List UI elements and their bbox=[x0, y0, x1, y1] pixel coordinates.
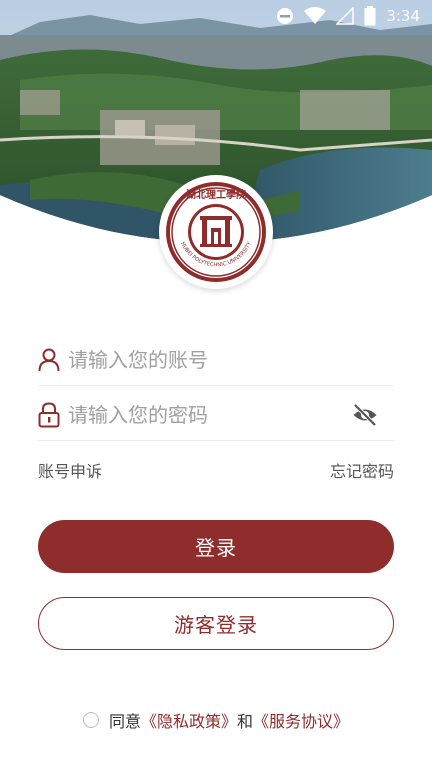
user-icon bbox=[38, 347, 60, 373]
password-input[interactable] bbox=[68, 402, 338, 427]
status-time: 3:34 bbox=[386, 7, 420, 25]
account-field[interactable] bbox=[38, 334, 394, 386]
service-agreement-link[interactable]: 《服务协议》 bbox=[253, 708, 349, 732]
privacy-policy-link[interactable]: 《隐私政策》 bbox=[141, 708, 237, 732]
lock-icon bbox=[38, 401, 60, 428]
login-button[interactable]: 登录 bbox=[38, 520, 394, 573]
signal-icon bbox=[336, 7, 355, 25]
dnd-icon bbox=[276, 7, 294, 25]
logo-text-cn: 湖北理工學院 bbox=[186, 188, 246, 201]
password-field[interactable] bbox=[38, 389, 394, 441]
wifi-icon bbox=[304, 7, 327, 25]
account-appeal-link[interactable]: 账号申诉 bbox=[38, 458, 102, 482]
agreement-and: 和 bbox=[237, 712, 254, 731]
agreement-row: 同意 《隐私政策》 和 《服务协议》 bbox=[0, 708, 432, 732]
account-input[interactable] bbox=[68, 347, 338, 372]
status-bar: 3:34 bbox=[0, 0, 432, 30]
forgot-password-link[interactable]: 忘记密码 bbox=[330, 458, 394, 482]
agreement-prefix: 同意 bbox=[108, 712, 141, 731]
eye-off-icon[interactable] bbox=[352, 403, 378, 427]
agreement-radio[interactable] bbox=[82, 712, 99, 728]
auxiliary-links: 账号申诉 忘记密码 bbox=[38, 458, 394, 482]
guest-login-button[interactable]: 游客登录 bbox=[38, 597, 394, 650]
battery-icon bbox=[364, 6, 376, 26]
university-logo: 湖北理工學院 HUBEI POLYTECHNIC UNIVERSITY bbox=[159, 175, 273, 289]
